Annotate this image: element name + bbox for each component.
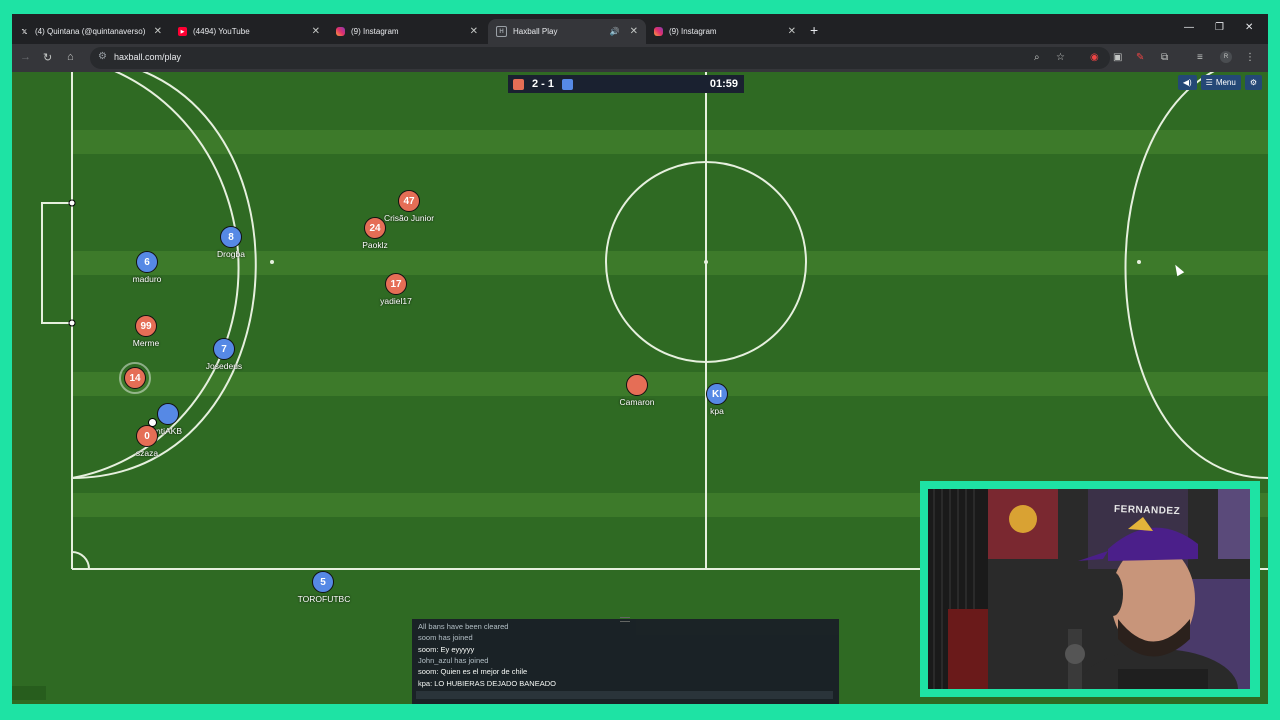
player-name: yadiel17	[380, 296, 412, 306]
red-team-square	[513, 78, 524, 90]
menu-label: Menu	[1215, 78, 1236, 87]
url-text[interactable]: haxball.com/play	[114, 52, 181, 62]
speaker-icon[interactable]: 🔊	[610, 27, 620, 36]
close-tab-icon[interactable]: ✕	[788, 26, 796, 37]
webcam-overlay: FERNANDEZ	[920, 481, 1260, 697]
more-menu-icon[interactable]: ⋮	[1245, 52, 1255, 63]
extensions-puzzle-icon[interactable]: ⧉	[1161, 52, 1168, 63]
bookmark-star-icon[interactable]: ☆	[1056, 52, 1065, 63]
player-name: Merme	[132, 338, 160, 348]
speaker-icon: ◀)	[1182, 78, 1192, 87]
zoom-icon[interactable]: ⌕	[1034, 52, 1040, 63]
menu-button[interactable]: ☰ Menu	[1200, 75, 1241, 90]
haxball-icon: H	[496, 26, 507, 37]
reload-icon[interactable]: ↻	[43, 51, 52, 64]
x-logo-icon: 𝕏	[21, 28, 28, 36]
restore-icon[interactable]: ❐	[1215, 22, 1224, 33]
tab-x[interactable]: 𝕏 (4) Quintana (@quintanaverso) ✕	[12, 19, 170, 44]
tab-youtube[interactable]: ▶ (4494) YouTube ✕	[170, 19, 328, 44]
player-blue: 6	[136, 251, 158, 273]
chat-input[interactable]	[416, 691, 833, 699]
chat-line: All bans have been cleared	[418, 622, 509, 631]
tab-title: (4494) YouTube	[193, 27, 250, 36]
extension-icon[interactable]: ▣	[1113, 52, 1122, 63]
tab-title: (9) Instagram	[351, 27, 399, 36]
player-name: Josedeus	[205, 361, 243, 371]
instagram-icon	[654, 27, 663, 36]
webcam-feed: FERNANDEZ	[928, 489, 1250, 689]
match-timer: 01:59	[709, 78, 738, 90]
sound-button[interactable]: ◀)	[1177, 75, 1197, 90]
tab-title: (9) Instagram	[669, 27, 717, 36]
player-name: TOROFUTBC	[297, 594, 351, 604]
address-bar: → ↻ ⌂ ⚙ haxball.com/play ⌕ ☆ ◉ ▣ ✎ ⧉ ≡ R…	[12, 44, 1268, 72]
media-control-icon[interactable]: ≡	[1197, 52, 1203, 63]
streamer-video	[928, 489, 1250, 689]
blue-team-square	[562, 78, 574, 90]
chat-line: kpa: LO HUBIERAS DEJADO BANEADO	[418, 679, 556, 688]
player-name: maduro	[132, 274, 162, 284]
poster-text: FERNANDEZ	[1113, 503, 1181, 518]
settings-button[interactable]: ⚙	[1244, 75, 1262, 90]
scoreboard: 2 - 1 01:59	[508, 75, 744, 93]
close-tab-icon[interactable]: ✕	[630, 26, 638, 37]
extension-icon[interactable]: ✎	[1136, 52, 1144, 63]
close-tab-icon[interactable]: ✕	[470, 26, 478, 37]
player-red: 47	[398, 190, 420, 212]
chat-line: soom: Quien es el mejor de chile	[418, 667, 528, 676]
player-name: Drogba	[217, 249, 245, 259]
tab-title: (4) Quintana (@quintanaverso)	[35, 27, 146, 36]
player-red: 17	[385, 273, 407, 295]
home-icon[interactable]: ⌂	[67, 51, 74, 63]
forward-icon[interactable]: →	[20, 51, 31, 63]
youtube-icon: ▶	[178, 27, 187, 36]
player-blue: 8	[220, 226, 242, 248]
tab-instagram-2[interactable]: (9) Instagram ✕	[646, 19, 804, 44]
player-name: Paoklz	[362, 240, 388, 250]
tab-bar: 𝕏 (4) Quintana (@quintanaverso) ✕ ▶ (449…	[12, 14, 1268, 44]
status-chip	[12, 686, 46, 700]
player-blue: KI	[706, 383, 728, 405]
tab-instagram[interactable]: (9) Instagram ✕	[328, 19, 486, 44]
close-tab-icon[interactable]: ✕	[154, 26, 162, 37]
player-red: 0	[136, 425, 158, 447]
chat-line: John_azul has joined	[418, 656, 489, 665]
chat-box: All bans have been cleared soom has join…	[412, 617, 839, 704]
close-tab-icon[interactable]: ✕	[312, 26, 320, 37]
player-red: 24	[364, 217, 386, 239]
new-tab-button[interactable]: +	[810, 22, 818, 38]
player-red	[626, 374, 648, 396]
instagram-icon	[336, 27, 345, 36]
game-controls: ◀) ☰ Menu ⚙	[1177, 75, 1262, 90]
chat-line: soom has joined	[418, 633, 473, 642]
chat-resize-handle[interactable]	[620, 617, 630, 622]
minimize-icon[interactable]: —	[1184, 22, 1194, 33]
player-name: szaza	[135, 448, 159, 458]
tab-haxball[interactable]: H Haxball Play 🔊 ✕	[488, 19, 646, 44]
tab-title: Haxball Play	[513, 27, 558, 36]
player-name: kpa	[710, 406, 724, 416]
ball	[148, 418, 157, 427]
close-window-icon[interactable]: ✕	[1245, 22, 1253, 33]
player-red: 99	[135, 315, 157, 337]
player-blue: 7	[213, 338, 235, 360]
player-blue	[157, 403, 179, 425]
site-info-icon[interactable]: ⚙	[98, 51, 107, 62]
profile-avatar[interactable]: R	[1220, 51, 1232, 63]
chat-line: soom: Ey eyyyyy	[418, 645, 475, 654]
omnibox[interactable]: ⚙ haxball.com/play	[90, 47, 1110, 69]
gear-icon: ⚙	[1249, 78, 1257, 87]
player-blue: 5	[312, 571, 334, 593]
player-name: ntiAKB	[156, 426, 182, 436]
extension-icon[interactable]: ◉	[1090, 52, 1099, 63]
player-red: 14	[124, 367, 146, 389]
score: 2 - 1	[532, 78, 555, 90]
hamburger-icon: ☰	[1205, 78, 1213, 87]
